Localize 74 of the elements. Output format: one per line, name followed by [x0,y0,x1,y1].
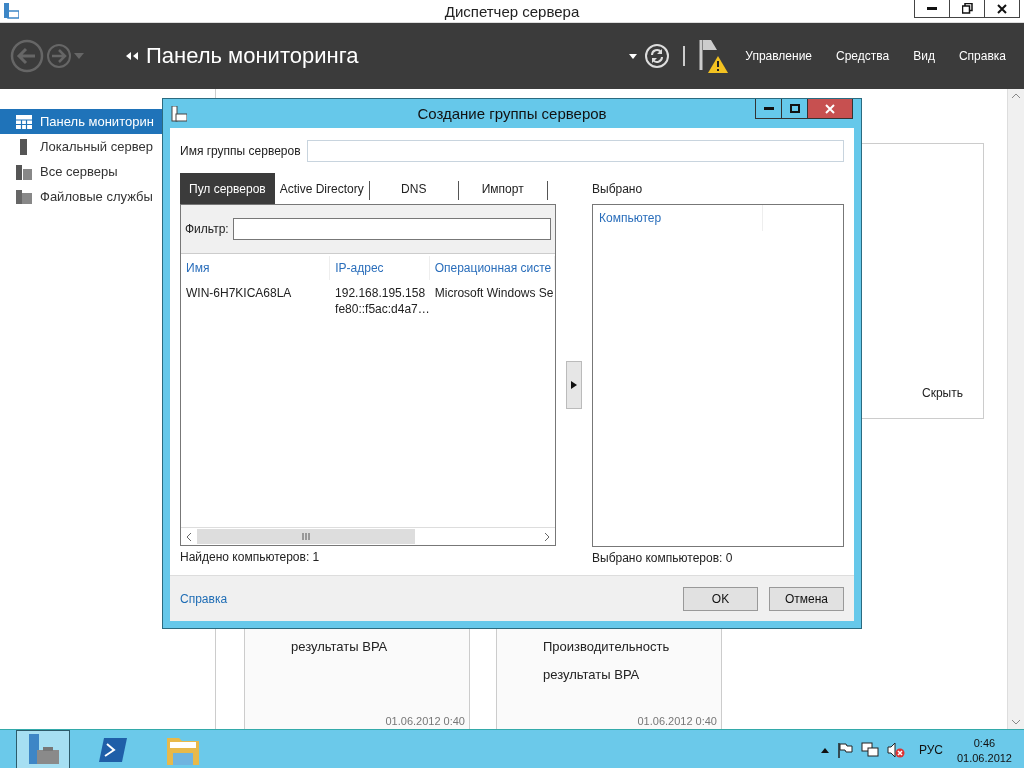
restore-button[interactable] [949,0,985,18]
tab[interactable]: DNS [369,173,458,204]
found-count: Найдено компьютеров: 1 [180,550,321,564]
close-icon [997,3,1007,14]
close-button[interactable] [984,0,1020,18]
tab[interactable]: Пул серверов [180,173,275,204]
tile-date: 01.06.2012 0:40 [637,715,717,727]
app-icon [171,105,187,122]
folder-icon [167,735,199,765]
tile-text[interactable]: результаты BPA [543,667,721,695]
scrollbar[interactable] [1007,89,1024,729]
filter-field[interactable] [232,218,551,240]
close-icon [825,103,835,114]
maximize-icon [789,104,800,113]
scroll-up-icon[interactable] [1012,93,1020,98]
powershell-icon [99,738,127,762]
menu-item[interactable]: Управление [737,45,821,67]
selected-count: Выбрано компьютеров: 0 [592,551,734,565]
tab[interactable]: Active Directory [274,173,369,204]
show-hidden-icon[interactable] [820,747,829,753]
column-header[interactable]: Операционная систе [429,256,555,280]
tile-date: 01.06.2012 0:40 [385,715,465,727]
window-title: Диспетчер сервера [444,2,580,20]
server-manager-icon [27,734,59,766]
restore-icon [961,3,973,14]
minimize-button[interactable] [755,99,782,119]
grip-icon[interactable] [302,533,310,540]
dropdown-icon[interactable] [629,53,638,59]
horizontal-scrollbar[interactable] [181,527,555,545]
grid-icon [16,114,32,129]
minimize-icon [927,6,937,11]
column-header[interactable]: Имя [181,256,331,280]
hide-link[interactable]: Скрыть [922,386,963,400]
menu-item[interactable]: Справка [950,45,1014,67]
page-title: Панель мониторинга [146,43,359,69]
network-icon[interactable] [860,742,879,758]
taskbar-button[interactable] [16,730,70,768]
menu-item[interactable]: Вид [905,45,943,67]
minimize-button[interactable] [914,0,950,18]
flag-icon[interactable] [836,742,853,758]
help-link[interactable]: Справка [180,591,228,606]
app-icon [3,3,19,19]
dialog-title: Создание группы серверов [417,105,607,122]
group-name-field[interactable] [306,140,844,162]
language-indicator[interactable]: РУС [918,743,943,757]
field-label: Фильтр: [185,222,229,236]
clock-date[interactable]: 01.06.2012 [956,751,1012,764]
field-label: Имя группы серверов [180,144,301,158]
close-button[interactable] [807,99,853,119]
scroll-down-icon[interactable] [1012,720,1020,725]
selected-label: Выбрано [592,181,643,196]
table-cell-text: WIN-6H7KICA68LA [185,286,293,302]
folder-icon [16,189,32,204]
clock-time[interactable]: 0:46 [973,736,996,749]
column-header[interactable]: IP-адрес [330,256,430,280]
speaker-muted-icon[interactable] [886,742,905,758]
selected-list[interactable]: Компьютер [592,204,844,547]
table-cell-text: Microsoft Windows Se [433,286,555,302]
tile-text[interactable]: результаты BPA [291,639,469,667]
refresh-icon[interactable] [645,44,670,68]
play-icon [571,380,577,389]
table-cell-text: 192.168.195.158 [335,286,427,300]
collapse-icon[interactable] [126,52,138,60]
tile-text[interactable]: Производительность [543,639,721,667]
flag-warning-icon[interactable] [699,38,730,74]
menu-item[interactable]: Средства [828,45,898,67]
table-cell: fe80::f5ac:d4a7… [335,302,430,316]
dialog-button[interactable]: OK [683,586,758,611]
minimize-icon [763,106,774,111]
column-header[interactable]: Компьютер [593,205,763,231]
servers-icon [16,163,32,180]
dialog-button[interactable]: Отмена [769,586,844,611]
tab[interactable]: Импорт [458,173,547,204]
add-button[interactable] [566,360,582,409]
